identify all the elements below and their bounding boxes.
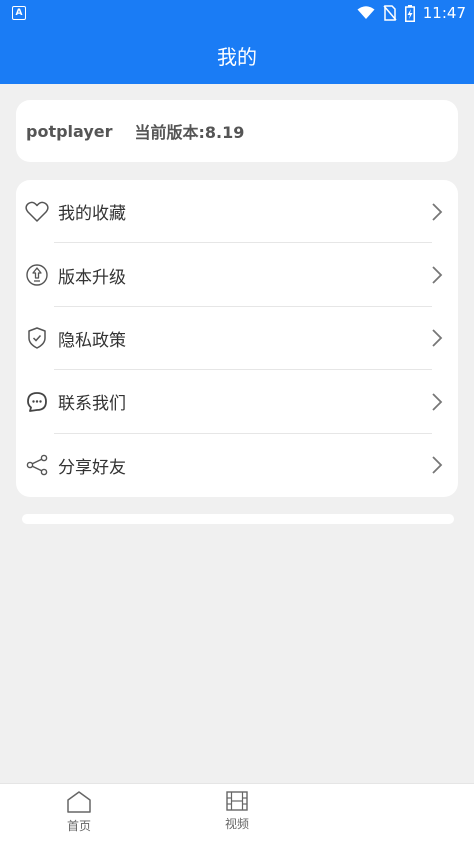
menu-item-label: 版本升级 <box>58 267 126 288</box>
chevron-right-icon <box>432 456 443 474</box>
upgrade-icon <box>24 262 50 288</box>
chat-bubble-icon <box>24 389 50 415</box>
heart-icon <box>24 199 50 225</box>
tab-video[interactable]: 视频 <box>207 790 267 832</box>
menu-item-label: 我的收藏 <box>58 204 126 225</box>
no-sim-icon <box>383 5 397 21</box>
menu-item-upgrade[interactable]: 版本升级 <box>16 243 458 307</box>
chevron-right-icon <box>432 266 443 284</box>
chevron-right-icon <box>432 203 443 221</box>
film-icon <box>226 791 248 811</box>
battery-charging-icon <box>404 4 415 22</box>
chevron-right-icon <box>432 393 443 411</box>
app-notification-icon: A <box>12 6 26 20</box>
bottom-tab-bar: 首页 视频 <box>0 783 474 842</box>
menu-item-label: 隐私政策 <box>58 330 126 351</box>
menu-item-favorites[interactable]: 我的收藏 <box>16 180 458 244</box>
menu-item-privacy[interactable]: 隐私政策 <box>16 307 458 371</box>
shield-check-icon <box>24 325 50 351</box>
tab-label: 视频 <box>224 817 249 831</box>
home-icon <box>67 791 91 813</box>
status-bar: A 11:47 <box>0 0 474 26</box>
menu-item-label: 分享好友 <box>58 457 126 478</box>
menu-item-share[interactable]: 分享好友 <box>16 434 458 497</box>
menu-item-label: 联系我们 <box>58 394 126 415</box>
chevron-right-icon <box>432 329 443 348</box>
app-name: potplayer <box>26 121 113 141</box>
page-title: 我的 <box>217 44 257 69</box>
menu-card: 我的收藏 版本升级 隐私政策 联系我们 分享好友 <box>16 180 458 497</box>
wifi-icon <box>357 6 375 19</box>
clock: 11:47 <box>422 4 466 22</box>
share-icon <box>24 452 50 478</box>
tab-home[interactable]: 首页 <box>49 790 109 834</box>
menu-item-contact[interactable]: 联系我们 <box>16 370 458 434</box>
empty-card <box>22 514 454 524</box>
version-card: potplayer 当前版本:8.19 <box>16 100 458 162</box>
version-text: 当前版本:8.19 <box>134 123 245 142</box>
app-bar: 我的 <box>0 26 474 84</box>
tab-label: 首页 <box>66 819 91 833</box>
